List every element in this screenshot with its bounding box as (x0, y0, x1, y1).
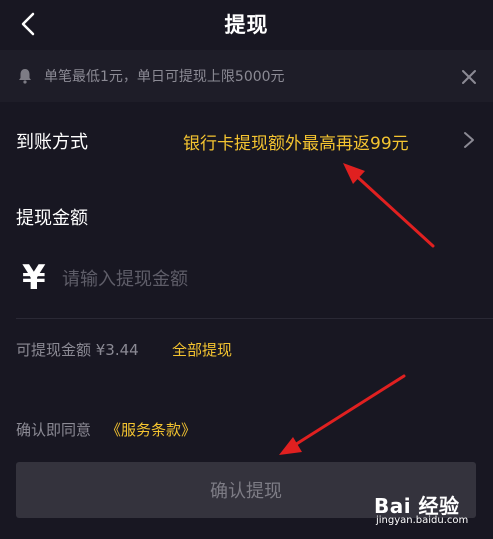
agreement-text: 确认即同意 (16, 421, 92, 439)
watermark-url: jingyan.baidu.com (376, 515, 469, 526)
close-notice-button[interactable] (458, 66, 480, 88)
available-balance: 可提现金额 ¥3.44 (16, 341, 139, 359)
amount-input[interactable] (62, 262, 462, 296)
payout-method-label: 到账方式 (16, 132, 88, 153)
currency-symbol: ¥ (22, 258, 46, 298)
divider (16, 318, 493, 319)
bell-icon (19, 69, 31, 84)
terms-link[interactable]: 《服务条款》 (106, 419, 196, 440)
baidu-watermark: Bai 经验 jingyan.baidu.com (362, 490, 490, 534)
annotation-arrow-top (343, 163, 435, 248)
notice-bar: 单笔最低1元，单日可提现上限5000元 (0, 50, 493, 102)
payout-method-row[interactable]: 到账方式 银行卡提现额外最高再返99元 (0, 110, 493, 168)
withdraw-all-link[interactable]: 全部提现 (172, 339, 232, 360)
close-icon (462, 70, 476, 84)
annotation-arrow-bottom (279, 374, 406, 455)
header-bar: 提现 (0, 0, 493, 48)
chevron-right-icon (464, 132, 474, 148)
notice-text: 单笔最低1元，单日可提现上限5000元 (44, 69, 285, 85)
amount-label: 提现金额 (16, 208, 88, 229)
page-title: 提现 (224, 13, 269, 37)
payout-method-value: 银行卡提现额外最高再返99元 (183, 134, 409, 154)
